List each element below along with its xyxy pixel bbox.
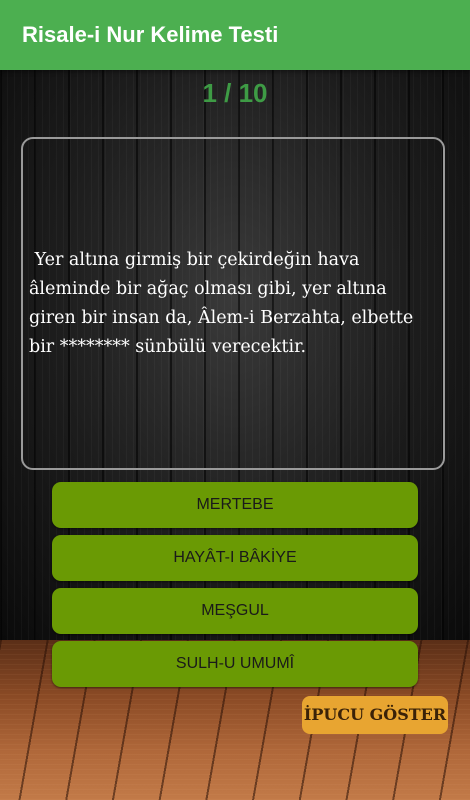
answer-button-4[interactable]: SULH-U UMUMÎ [52, 641, 418, 687]
answer-list: MERTEBE HAYÂT-I BÂKİYE MEŞGUL SULH-U UMU… [52, 482, 418, 694]
app-title: Risale-i Nur Kelime Testi [22, 22, 279, 47]
answer-button-2[interactable]: HAYÂT-I BÂKİYE [52, 535, 418, 581]
question-counter: 1 / 10 [202, 78, 268, 108]
show-hint-button[interactable]: İPUCU GÖSTER [302, 696, 448, 734]
answer-button-1[interactable]: MERTEBE [52, 482, 418, 528]
app-bar: Risale-i Nur Kelime Testi [0, 0, 470, 70]
question-box: Yer altına girmiş bir çekirdeğin hava âl… [21, 137, 445, 470]
question-text: Yer altına girmiş bir çekirdeğin hava âl… [29, 249, 419, 357]
answer-button-3[interactable]: MEŞGUL [52, 588, 418, 634]
